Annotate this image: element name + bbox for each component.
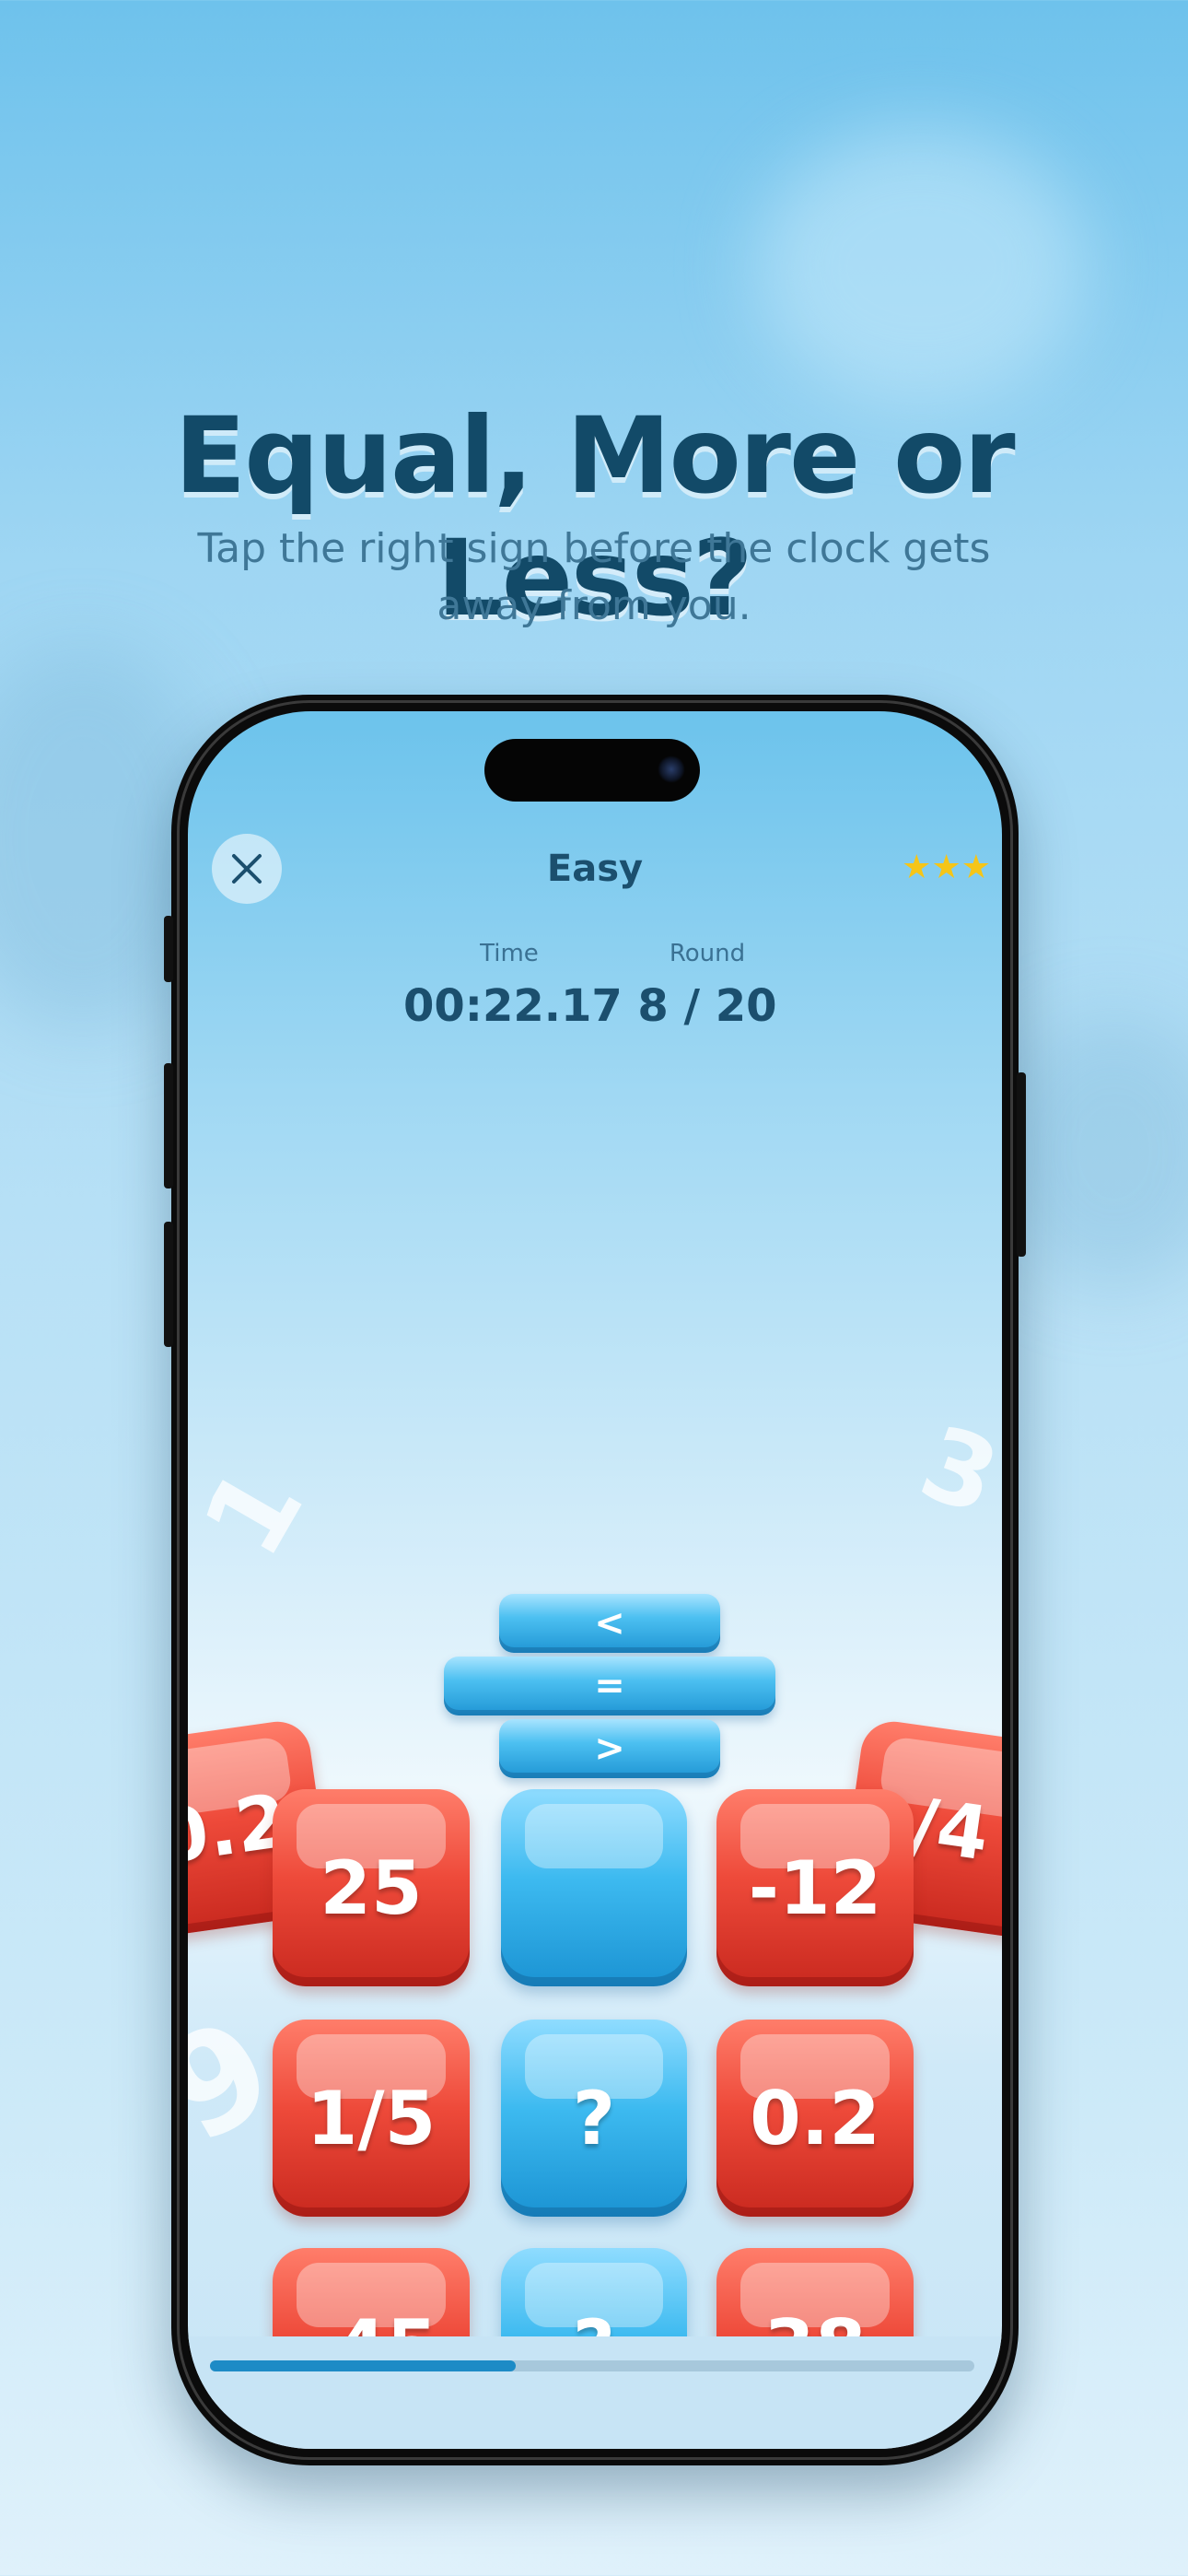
- round-progress-fill: [210, 2360, 516, 2371]
- greater-than-button[interactable]: >: [499, 1719, 720, 1778]
- round-progress-bar: [210, 2360, 974, 2371]
- camera-icon: [658, 755, 685, 783]
- power-button: [1017, 1072, 1026, 1257]
- answer-slot-active[interactable]: [501, 1789, 687, 1986]
- number-tile: 1/5: [273, 2020, 470, 2217]
- page-subheadline: Tap the right sign before the clock gets…: [197, 525, 991, 629]
- time-stat: Time 00:22.17: [403, 940, 623, 1032]
- star-rating: ★★★: [902, 851, 991, 884]
- round-value: 8 / 20: [637, 980, 777, 1032]
- game-screen: Easy ★★★ Time 00:22.17 Round 8 / 20 1 3 …: [188, 711, 1002, 2449]
- less-than-button[interactable]: <: [499, 1594, 720, 1653]
- number-tile: 0.2: [716, 2020, 914, 2217]
- level-title: Easy: [546, 848, 644, 890]
- bottom-panel: [188, 2336, 1002, 2449]
- round-stat: Round 8 / 20: [634, 940, 781, 1032]
- stars-icon: ★★★: [902, 849, 991, 886]
- equal-button[interactable]: =: [444, 1657, 775, 1715]
- time-value: 00:22.17: [403, 980, 623, 1032]
- phone-frame: Easy ★★★ Time 00:22.17 Round 8 / 20 1 3 …: [164, 695, 1026, 2465]
- action-button: [164, 916, 173, 982]
- number-tile: -12: [716, 1789, 914, 1986]
- decorative-digit: 1: [188, 1446, 329, 1578]
- time-label: Time: [480, 940, 539, 967]
- background-blob: [755, 129, 1087, 405]
- dynamic-island: [484, 739, 700, 802]
- round-label: Round: [669, 940, 746, 967]
- number-tile: 25: [273, 1789, 470, 1986]
- decorative-digit: 3: [906, 1402, 1002, 1539]
- volume-up-button: [164, 1063, 173, 1188]
- answer-slot[interactable]: ?: [501, 2020, 687, 2217]
- volume-down-button: [164, 1222, 173, 1347]
